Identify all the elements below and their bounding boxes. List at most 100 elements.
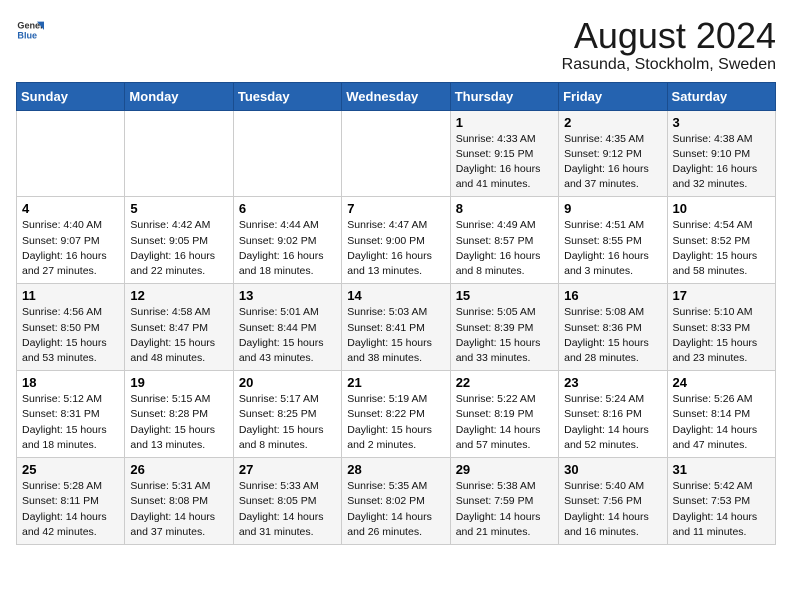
day-cell: 9Sunrise: 4:51 AM Sunset: 8:55 PM Daylig… [559, 197, 667, 284]
day-info: Sunrise: 5:28 AM Sunset: 8:11 PM Dayligh… [22, 479, 119, 540]
header: General Blue August 2024 Rasunda, Stockh… [16, 16, 776, 74]
day-number: 16 [564, 288, 661, 303]
day-number: 20 [239, 375, 336, 390]
day-number: 28 [347, 462, 444, 477]
day-cell: 10 Sunrise: 4:54 AM Sunset: 8:52 PM Dayli… [667, 197, 775, 284]
day-cell: 23 Sunrise: 5:24 AM Sunset: 8:16 PM Dayli… [559, 371, 667, 458]
day-cell: 28 Sunrise: 5:35 AM Sunset: 8:02 PM Dayli… [342, 458, 450, 545]
day-info: Sunrise: 5:03 AM Sunset: 8:41 PM Dayligh… [347, 305, 444, 366]
day-number: 10 [673, 201, 770, 216]
day-number: 3 [673, 115, 770, 130]
day-info: Sunrise: 5:08 AM Sunset: 8:36 PM Dayligh… [564, 305, 661, 366]
day-number: 13 [239, 288, 336, 303]
day-info: Sunrise: 5:15 AM Sunset: 8:28 PM Dayligh… [130, 392, 227, 453]
day-cell: 3 Sunrise: 4:38 AM Sunset: 9:10 PM Daylig… [667, 110, 775, 197]
day-number: 29 [456, 462, 553, 477]
day-number: 23 [564, 375, 661, 390]
day-info: Sunrise: 5:26 AM Sunset: 8:14 PM Dayligh… [673, 392, 770, 453]
day-info: Sunrise: 5:12 AM Sunset: 8:31 PM Dayligh… [22, 392, 119, 453]
week-row-4: 18 Sunrise: 5:12 AM Sunset: 8:31 PM Dayli… [17, 371, 776, 458]
day-info: Sunrise: 4:54 AM Sunset: 8:52 PM Dayligh… [673, 218, 770, 279]
day-cell: 6 Sunrise: 4:44 AM Sunset: 9:02 PM Daylig… [233, 197, 341, 284]
day-info: Sunrise: 4:44 AM Sunset: 9:02 PM Dayligh… [239, 218, 336, 279]
day-cell: 19 Sunrise: 5:15 AM Sunset: 8:28 PM Dayli… [125, 371, 233, 458]
week-row-5: 25 Sunrise: 5:28 AM Sunset: 8:11 PM Dayli… [17, 458, 776, 545]
title-area: August 2024 Rasunda, Stockholm, Sweden [562, 16, 776, 74]
day-number: 21 [347, 375, 444, 390]
week-row-2: 4 Sunrise: 4:40 AM Sunset: 9:07 PM Daylig… [17, 197, 776, 284]
day-cell: 21 Sunrise: 5:19 AM Sunset: 8:22 PM Dayli… [342, 371, 450, 458]
day-cell [233, 110, 341, 197]
header-sunday: Sunday [17, 82, 125, 110]
header-thursday: Thursday [450, 82, 558, 110]
day-info: Sunrise: 4:42 AM Sunset: 9:05 PM Dayligh… [130, 218, 227, 279]
day-info: Sunrise: 5:10 AM Sunset: 8:33 PM Dayligh… [673, 305, 770, 366]
day-number: 6 [239, 201, 336, 216]
day-number: 15 [456, 288, 553, 303]
day-info: Sunrise: 4:38 AM Sunset: 9:10 PM Dayligh… [673, 132, 770, 193]
day-cell: 25 Sunrise: 5:28 AM Sunset: 8:11 PM Dayli… [17, 458, 125, 545]
day-info: Sunrise: 5:05 AM Sunset: 8:39 PM Dayligh… [456, 305, 553, 366]
day-cell: 2 Sunrise: 4:35 AM Sunset: 9:12 PM Daylig… [559, 110, 667, 197]
day-cell: 27 Sunrise: 5:33 AM Sunset: 8:05 PM Dayli… [233, 458, 341, 545]
logo: General Blue [16, 16, 44, 44]
day-cell: 7Sunrise: 4:47 AM Sunset: 9:00 PM Daylig… [342, 197, 450, 284]
header-friday: Friday [559, 82, 667, 110]
day-number: 1 [456, 115, 553, 130]
day-info: Sunrise: 4:47 AM Sunset: 9:00 PM Dayligh… [347, 218, 444, 279]
day-number: 25 [22, 462, 119, 477]
day-number: 27 [239, 462, 336, 477]
day-cell: 5 Sunrise: 4:42 AM Sunset: 9:05 PM Daylig… [125, 197, 233, 284]
day-cell: 20 Sunrise: 5:17 AM Sunset: 8:25 PM Dayli… [233, 371, 341, 458]
day-info: Sunrise: 5:01 AM Sunset: 8:44 PM Dayligh… [239, 305, 336, 366]
day-info: Sunrise: 4:56 AM Sunset: 8:50 PM Dayligh… [22, 305, 119, 366]
day-cell: 13 Sunrise: 5:01 AM Sunset: 8:44 PM Dayli… [233, 284, 341, 371]
day-number: 18 [22, 375, 119, 390]
header-wednesday: Wednesday [342, 82, 450, 110]
day-number: 2 [564, 115, 661, 130]
day-info: Sunrise: 4:35 AM Sunset: 9:12 PM Dayligh… [564, 132, 661, 193]
day-cell: 12Sunrise: 4:58 AM Sunset: 8:47 PM Dayli… [125, 284, 233, 371]
day-cell: 15 Sunrise: 5:05 AM Sunset: 8:39 PM Dayli… [450, 284, 558, 371]
main-title: August 2024 [562, 16, 776, 56]
day-info: Sunrise: 5:19 AM Sunset: 8:22 PM Dayligh… [347, 392, 444, 453]
day-number: 31 [673, 462, 770, 477]
day-info: Sunrise: 4:33 AM Sunset: 9:15 PM Dayligh… [456, 132, 553, 193]
day-cell: 4 Sunrise: 4:40 AM Sunset: 9:07 PM Daylig… [17, 197, 125, 284]
day-cell: 26Sunrise: 5:31 AM Sunset: 8:08 PM Dayli… [125, 458, 233, 545]
day-cell: 14 Sunrise: 5:03 AM Sunset: 8:41 PM Dayli… [342, 284, 450, 371]
day-cell: 8 Sunrise: 4:49 AM Sunset: 8:57 PM Daylig… [450, 197, 558, 284]
day-number: 5 [130, 201, 227, 216]
day-cell [342, 110, 450, 197]
calendar-header-row: SundayMondayTuesdayWednesdayThursdayFrid… [17, 82, 776, 110]
day-cell [17, 110, 125, 197]
subtitle: Rasunda, Stockholm, Sweden [562, 56, 776, 74]
day-number: 19 [130, 375, 227, 390]
day-cell: 17 Sunrise: 5:10 AM Sunset: 8:33 PM Dayli… [667, 284, 775, 371]
header-tuesday: Tuesday [233, 82, 341, 110]
day-info: Sunrise: 5:17 AM Sunset: 8:25 PM Dayligh… [239, 392, 336, 453]
day-cell: 11 Sunrise: 4:56 AM Sunset: 8:50 PM Dayli… [17, 284, 125, 371]
day-info: Sunrise: 4:58 AM Sunset: 8:47 PM Dayligh… [130, 305, 227, 366]
calendar-table: SundayMondayTuesdayWednesdayThursdayFrid… [16, 82, 776, 545]
day-number: 22 [456, 375, 553, 390]
day-number: 14 [347, 288, 444, 303]
day-info: Sunrise: 5:40 AM Sunset: 7:56 PM Dayligh… [564, 479, 661, 540]
day-number: 11 [22, 288, 119, 303]
day-number: 30 [564, 462, 661, 477]
day-info: Sunrise: 5:33 AM Sunset: 8:05 PM Dayligh… [239, 479, 336, 540]
day-info: Sunrise: 4:49 AM Sunset: 8:57 PM Dayligh… [456, 218, 553, 279]
day-cell: 16 Sunrise: 5:08 AM Sunset: 8:36 PM Dayli… [559, 284, 667, 371]
day-number: 9 [564, 201, 661, 216]
day-cell: 18 Sunrise: 5:12 AM Sunset: 8:31 PM Dayli… [17, 371, 125, 458]
day-number: 4 [22, 201, 119, 216]
day-cell [125, 110, 233, 197]
day-cell: 1 Sunrise: 4:33 AM Sunset: 9:15 PM Daylig… [450, 110, 558, 197]
day-info: Sunrise: 5:22 AM Sunset: 8:19 PM Dayligh… [456, 392, 553, 453]
day-number: 17 [673, 288, 770, 303]
day-number: 8 [456, 201, 553, 216]
day-info: Sunrise: 4:40 AM Sunset: 9:07 PM Dayligh… [22, 218, 119, 279]
day-info: Sunrise: 5:35 AM Sunset: 8:02 PM Dayligh… [347, 479, 444, 540]
day-info: Sunrise: 5:24 AM Sunset: 8:16 PM Dayligh… [564, 392, 661, 453]
week-row-1: 1 Sunrise: 4:33 AM Sunset: 9:15 PM Daylig… [17, 110, 776, 197]
